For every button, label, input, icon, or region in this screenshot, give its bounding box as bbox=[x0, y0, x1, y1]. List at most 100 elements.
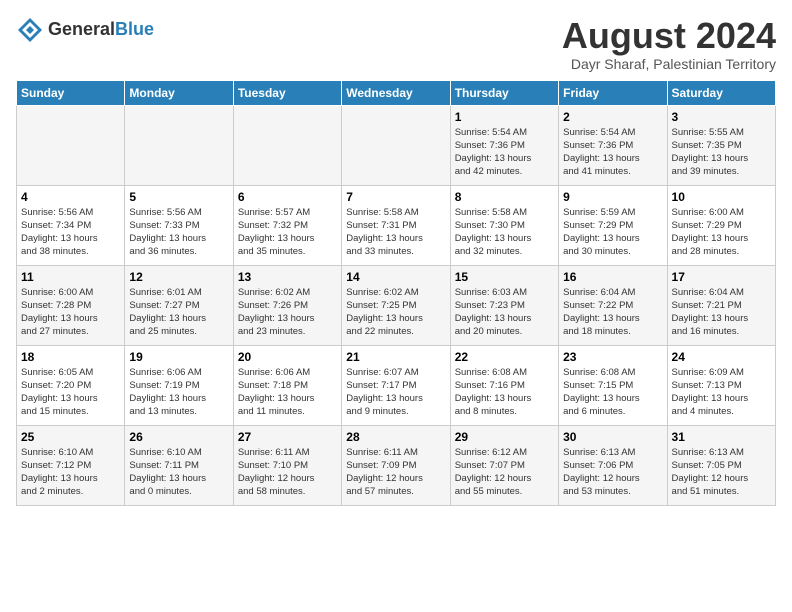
day-number: 15 bbox=[455, 270, 554, 284]
day-cell: 29 Sunrise: 6:12 AMSunset: 7:07 PMDayligh… bbox=[450, 425, 558, 505]
day-number: 19 bbox=[129, 350, 228, 364]
day-number: 18 bbox=[21, 350, 120, 364]
day-cell: 15 Sunrise: 6:03 AMSunset: 7:23 PMDayligh… bbox=[450, 265, 558, 345]
day-info: Sunrise: 6:02 AMSunset: 7:26 PMDaylight:… bbox=[238, 286, 337, 339]
day-info: Sunrise: 6:04 AMSunset: 7:21 PMDaylight:… bbox=[672, 286, 771, 339]
col-header-tuesday: Tuesday bbox=[233, 80, 341, 105]
day-number: 17 bbox=[672, 270, 771, 284]
day-number: 3 bbox=[672, 110, 771, 124]
week-row-2: 4Sunrise: 5:56 AMSunset: 7:34 PMDaylight… bbox=[17, 185, 776, 265]
day-cell: 24Sunrise: 6:09 AMSunset: 7:13 PMDayligh… bbox=[667, 345, 775, 425]
day-number: 22 bbox=[455, 350, 554, 364]
day-cell: 25 Sunrise: 6:10 AMSunset: 7:12 PMDayligh… bbox=[17, 425, 125, 505]
day-cell: 3 Sunrise: 5:55 AMSunset: 7:35 PMDaylight… bbox=[667, 105, 775, 185]
col-header-saturday: Saturday bbox=[667, 80, 775, 105]
day-number: 11 bbox=[21, 270, 120, 284]
col-header-friday: Friday bbox=[559, 80, 667, 105]
day-cell bbox=[342, 105, 450, 185]
day-info: Sunrise: 6:00 AMSunset: 7:28 PMDaylight:… bbox=[21, 286, 120, 339]
day-cell: 10Sunrise: 6:00 AMSunset: 7:29 PMDayligh… bbox=[667, 185, 775, 265]
day-number: 2 bbox=[563, 110, 662, 124]
day-cell bbox=[125, 105, 233, 185]
header-row: SundayMondayTuesdayWednesdayThursdayFrid… bbox=[17, 80, 776, 105]
day-number: 9 bbox=[563, 190, 662, 204]
week-row-3: 11 Sunrise: 6:00 AMSunset: 7:28 PMDayligh… bbox=[17, 265, 776, 345]
col-header-sunday: Sunday bbox=[17, 80, 125, 105]
day-cell: 11 Sunrise: 6:00 AMSunset: 7:28 PMDayligh… bbox=[17, 265, 125, 345]
day-cell: 28 Sunrise: 6:11 AMSunset: 7:09 PMDayligh… bbox=[342, 425, 450, 505]
day-number: 20 bbox=[238, 350, 337, 364]
month-title: August 2024 bbox=[562, 16, 776, 56]
day-number: 28 bbox=[346, 430, 445, 444]
title-block: August 2024 Dayr Sharaf, Palestinian Ter… bbox=[562, 16, 776, 72]
day-cell: 27Sunrise: 6:11 AMSunset: 7:10 PMDayligh… bbox=[233, 425, 341, 505]
day-cell: 31Sunrise: 6:13 AMSunset: 7:05 PMDayligh… bbox=[667, 425, 775, 505]
day-number: 6 bbox=[238, 190, 337, 204]
day-info: Sunrise: 6:06 AMSunset: 7:19 PMDaylight:… bbox=[129, 366, 228, 419]
day-info: Sunrise: 5:56 AMSunset: 7:33 PMDaylight:… bbox=[129, 206, 228, 259]
day-info: Sunrise: 5:59 AMSunset: 7:29 PMDaylight:… bbox=[563, 206, 662, 259]
day-info: Sunrise: 6:01 AMSunset: 7:27 PMDaylight:… bbox=[129, 286, 228, 339]
day-cell: 23 Sunrise: 6:08 AMSunset: 7:15 PMDayligh… bbox=[559, 345, 667, 425]
day-number: 12 bbox=[129, 270, 228, 284]
calendar-table: SundayMondayTuesdayWednesdayThursdayFrid… bbox=[16, 80, 776, 506]
day-info: Sunrise: 6:02 AMSunset: 7:25 PMDaylight:… bbox=[346, 286, 445, 339]
day-cell: 17 Sunrise: 6:04 AMSunset: 7:21 PMDayligh… bbox=[667, 265, 775, 345]
day-cell: 2 Sunrise: 5:54 AMSunset: 7:36 PMDaylight… bbox=[559, 105, 667, 185]
day-number: 8 bbox=[455, 190, 554, 204]
day-cell: 4Sunrise: 5:56 AMSunset: 7:34 PMDaylight… bbox=[17, 185, 125, 265]
day-info: Sunrise: 6:12 AMSunset: 7:07 PMDaylight:… bbox=[455, 446, 554, 499]
day-number: 21 bbox=[346, 350, 445, 364]
day-number: 24 bbox=[672, 350, 771, 364]
week-row-5: 25 Sunrise: 6:10 AMSunset: 7:12 PMDayligh… bbox=[17, 425, 776, 505]
col-header-thursday: Thursday bbox=[450, 80, 558, 105]
day-info: Sunrise: 6:04 AMSunset: 7:22 PMDaylight:… bbox=[563, 286, 662, 339]
page-header: GeneralBlue August 2024 Dayr Sharaf, Pal… bbox=[16, 16, 776, 72]
day-info: Sunrise: 6:05 AMSunset: 7:20 PMDaylight:… bbox=[21, 366, 120, 419]
day-info: Sunrise: 6:08 AMSunset: 7:15 PMDaylight:… bbox=[563, 366, 662, 419]
day-number: 23 bbox=[563, 350, 662, 364]
day-cell bbox=[17, 105, 125, 185]
day-cell: 8 Sunrise: 5:58 AMSunset: 7:30 PMDaylight… bbox=[450, 185, 558, 265]
day-cell: 30Sunrise: 6:13 AMSunset: 7:06 PMDayligh… bbox=[559, 425, 667, 505]
day-number: 29 bbox=[455, 430, 554, 444]
day-info: Sunrise: 6:07 AMSunset: 7:17 PMDaylight:… bbox=[346, 366, 445, 419]
day-info: Sunrise: 5:58 AMSunset: 7:30 PMDaylight:… bbox=[455, 206, 554, 259]
day-cell: 22Sunrise: 6:08 AMSunset: 7:16 PMDayligh… bbox=[450, 345, 558, 425]
day-info: Sunrise: 5:55 AMSunset: 7:35 PMDaylight:… bbox=[672, 126, 771, 179]
day-cell: 9 Sunrise: 5:59 AMSunset: 7:29 PMDaylight… bbox=[559, 185, 667, 265]
day-cell: 5 Sunrise: 5:56 AMSunset: 7:33 PMDaylight… bbox=[125, 185, 233, 265]
logo: GeneralBlue bbox=[16, 16, 154, 44]
day-number: 26 bbox=[129, 430, 228, 444]
day-number: 16 bbox=[563, 270, 662, 284]
day-info: Sunrise: 5:58 AMSunset: 7:31 PMDaylight:… bbox=[346, 206, 445, 259]
day-info: Sunrise: 5:57 AMSunset: 7:32 PMDaylight:… bbox=[238, 206, 337, 259]
day-cell: 16 Sunrise: 6:04 AMSunset: 7:22 PMDayligh… bbox=[559, 265, 667, 345]
day-info: Sunrise: 6:03 AMSunset: 7:23 PMDaylight:… bbox=[455, 286, 554, 339]
day-number: 1 bbox=[455, 110, 554, 124]
day-cell: 12 Sunrise: 6:01 AMSunset: 7:27 PMDayligh… bbox=[125, 265, 233, 345]
day-info: Sunrise: 6:06 AMSunset: 7:18 PMDaylight:… bbox=[238, 366, 337, 419]
day-info: Sunrise: 5:54 AMSunset: 7:36 PMDaylight:… bbox=[563, 126, 662, 179]
day-number: 5 bbox=[129, 190, 228, 204]
week-row-4: 18 Sunrise: 6:05 AMSunset: 7:20 PMDayligh… bbox=[17, 345, 776, 425]
day-info: Sunrise: 6:00 AMSunset: 7:29 PMDaylight:… bbox=[672, 206, 771, 259]
day-cell: 7 Sunrise: 5:58 AMSunset: 7:31 PMDaylight… bbox=[342, 185, 450, 265]
day-number: 13 bbox=[238, 270, 337, 284]
day-cell: 21 Sunrise: 6:07 AMSunset: 7:17 PMDayligh… bbox=[342, 345, 450, 425]
day-number: 30 bbox=[563, 430, 662, 444]
day-number: 7 bbox=[346, 190, 445, 204]
week-row-1: 1 Sunrise: 5:54 AMSunset: 7:36 PMDaylight… bbox=[17, 105, 776, 185]
day-info: Sunrise: 6:10 AMSunset: 7:11 PMDaylight:… bbox=[129, 446, 228, 499]
day-info: Sunrise: 6:11 AMSunset: 7:09 PMDaylight:… bbox=[346, 446, 445, 499]
day-cell: 6 Sunrise: 5:57 AMSunset: 7:32 PMDaylight… bbox=[233, 185, 341, 265]
day-number: 4 bbox=[21, 190, 120, 204]
day-info: Sunrise: 6:10 AMSunset: 7:12 PMDaylight:… bbox=[21, 446, 120, 499]
col-header-wednesday: Wednesday bbox=[342, 80, 450, 105]
day-info: Sunrise: 6:13 AMSunset: 7:05 PMDaylight:… bbox=[672, 446, 771, 499]
day-cell: 14 Sunrise: 6:02 AMSunset: 7:25 PMDayligh… bbox=[342, 265, 450, 345]
logo-icon bbox=[16, 16, 44, 44]
day-number: 25 bbox=[21, 430, 120, 444]
day-number: 27 bbox=[238, 430, 337, 444]
day-number: 14 bbox=[346, 270, 445, 284]
